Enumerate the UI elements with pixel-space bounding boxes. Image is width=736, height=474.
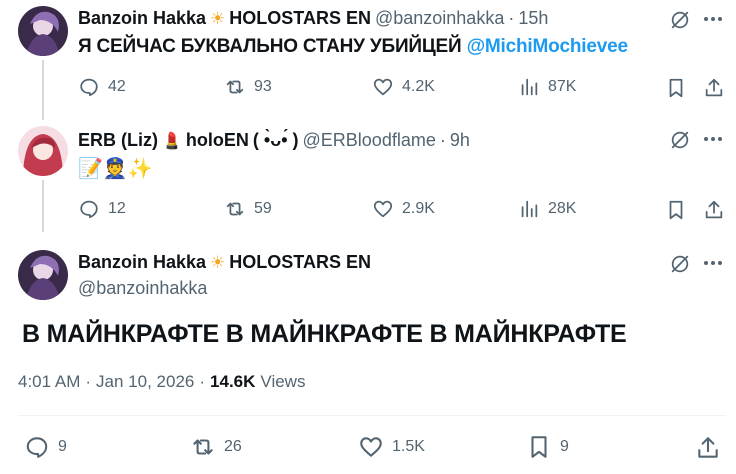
repost-count: 93	[254, 78, 272, 95]
repost-icon	[193, 439, 213, 455]
like-count: 1.5K	[392, 438, 425, 455]
author-kaomoji[interactable]: ( •̀ᴗ•́ )	[253, 130, 299, 151]
author-affiliation[interactable]: holoEN	[186, 130, 249, 151]
author-handle[interactable]: @banzoinhakka	[375, 8, 504, 29]
heart-icon	[373, 78, 393, 96]
separator: ·	[199, 372, 206, 391]
thread-line	[42, 60, 44, 120]
bookmark-icon[interactable]	[664, 76, 688, 100]
avatar-banzoin[interactable]	[18, 6, 68, 56]
more-icon[interactable]	[704, 17, 722, 21]
tweet-time[interactable]: 9h	[450, 130, 470, 151]
repost-icon	[226, 80, 244, 94]
avatar-banzoin-main[interactable]	[18, 250, 68, 300]
more-icon[interactable]	[704, 137, 722, 141]
mention-link[interactable]: @MichiMochievee	[467, 36, 628, 57]
author-name[interactable]: Banzoin Hakka	[78, 252, 206, 273]
separator: ·	[85, 372, 92, 391]
tweet-1-text: Я СЕЙЧАС БУКВАЛЬНО СТАНУ УБИЙЦЕЙ @MichiM…	[78, 36, 628, 58]
views-button[interactable]: 28K	[518, 198, 576, 220]
grok-icon[interactable]	[668, 128, 692, 152]
grok-icon[interactable]	[668, 252, 692, 276]
views-label: Views	[260, 372, 306, 391]
tweet-text: Я СЕЙЧАС БУКВАЛЬНО СТАНУ УБИЙЦЕЙ	[78, 36, 462, 57]
tweet-time[interactable]: 15h	[518, 8, 548, 29]
tweet-timestamp: 4:01 AM · Jan 10, 2026 · 14.6K Views	[18, 372, 305, 392]
sun-icon: ☀	[210, 8, 226, 28]
main-tweet-text: В МАЙНКРАФТЕ В МАЙНКРАФТЕ В МАЙНКРАФТЕ	[22, 320, 627, 348]
tweet-2-header: ERB (Liz) 💄 holoEN ( •̀ᴗ•́ ) @ERBloodfla…	[78, 130, 470, 151]
share-icon[interactable]	[702, 198, 726, 222]
reply-button[interactable]: 9	[24, 434, 67, 460]
views-icon	[521, 78, 538, 96]
tweet-1-header: Banzoin Hakka ☀ HOLOSTARS EN @banzoinhak…	[78, 8, 548, 29]
views-count: 28K	[548, 200, 577, 217]
sun-icon: ☀	[210, 252, 226, 272]
tweet-time[interactable]: 4:01 AM	[18, 372, 80, 392]
author-name[interactable]: Banzoin Hakka	[78, 8, 206, 29]
lipstick-icon: 💄	[162, 132, 182, 150]
like-count: 2.9K	[402, 200, 435, 217]
more-icon[interactable]	[704, 261, 722, 265]
separator: ·	[508, 8, 515, 28]
heart-icon	[373, 200, 393, 218]
views-icon	[521, 200, 538, 218]
reply-icon	[26, 437, 48, 458]
thread-line	[42, 180, 44, 232]
repost-count: 59	[254, 200, 272, 217]
reply-count: 12	[108, 200, 126, 217]
share-icon[interactable]	[694, 434, 722, 462]
bookmark-button[interactable]: 9	[526, 434, 569, 460]
divider	[18, 415, 726, 416]
reply-button[interactable]: 12	[78, 198, 126, 220]
main-tweet-header: Banzoin Hakka ☀ HOLOSTARS EN	[78, 252, 371, 273]
author-handle[interactable]: @ERBloodflame	[303, 130, 436, 151]
bookmark-icon[interactable]	[664, 198, 688, 222]
tweet-date[interactable]: Jan 10, 2026	[96, 372, 194, 392]
reply-count: 42	[108, 78, 126, 95]
views-button[interactable]: 87K	[518, 76, 576, 98]
author-affiliation[interactable]: HOLOSTARS EN	[229, 8, 371, 29]
author-name[interactable]: ERB (Liz)	[78, 130, 158, 151]
reply-icon	[80, 200, 98, 219]
views-count: 14.6K	[210, 372, 256, 391]
author-affiliation[interactable]: HOLOSTARS EN	[229, 252, 371, 273]
like-count: 4.2K	[402, 78, 435, 95]
heart-icon	[360, 437, 382, 457]
like-button[interactable]: 4.2K	[372, 76, 435, 98]
reply-button[interactable]: 42	[78, 76, 126, 98]
views-count: 87K	[548, 78, 577, 95]
share-icon[interactable]	[702, 76, 726, 100]
bookmark-count: 9	[560, 438, 569, 455]
repost-icon	[226, 202, 244, 216]
bookmark-icon	[531, 436, 547, 458]
grok-icon[interactable]	[668, 8, 692, 32]
separator: ·	[439, 130, 446, 150]
reply-count: 9	[58, 438, 67, 455]
reply-icon	[80, 78, 98, 97]
repost-button[interactable]: 59	[224, 198, 272, 220]
repost-button[interactable]: 93	[224, 76, 272, 98]
like-button[interactable]: 1.5K	[358, 434, 425, 460]
avatar-erb[interactable]	[18, 126, 68, 176]
tweet-2-text: 📝👮✨	[78, 158, 153, 180]
repost-button[interactable]: 26	[190, 434, 242, 460]
author-handle[interactable]: @banzoinhakka	[78, 278, 207, 299]
repost-count: 26	[224, 438, 242, 455]
like-button[interactable]: 2.9K	[372, 198, 435, 220]
